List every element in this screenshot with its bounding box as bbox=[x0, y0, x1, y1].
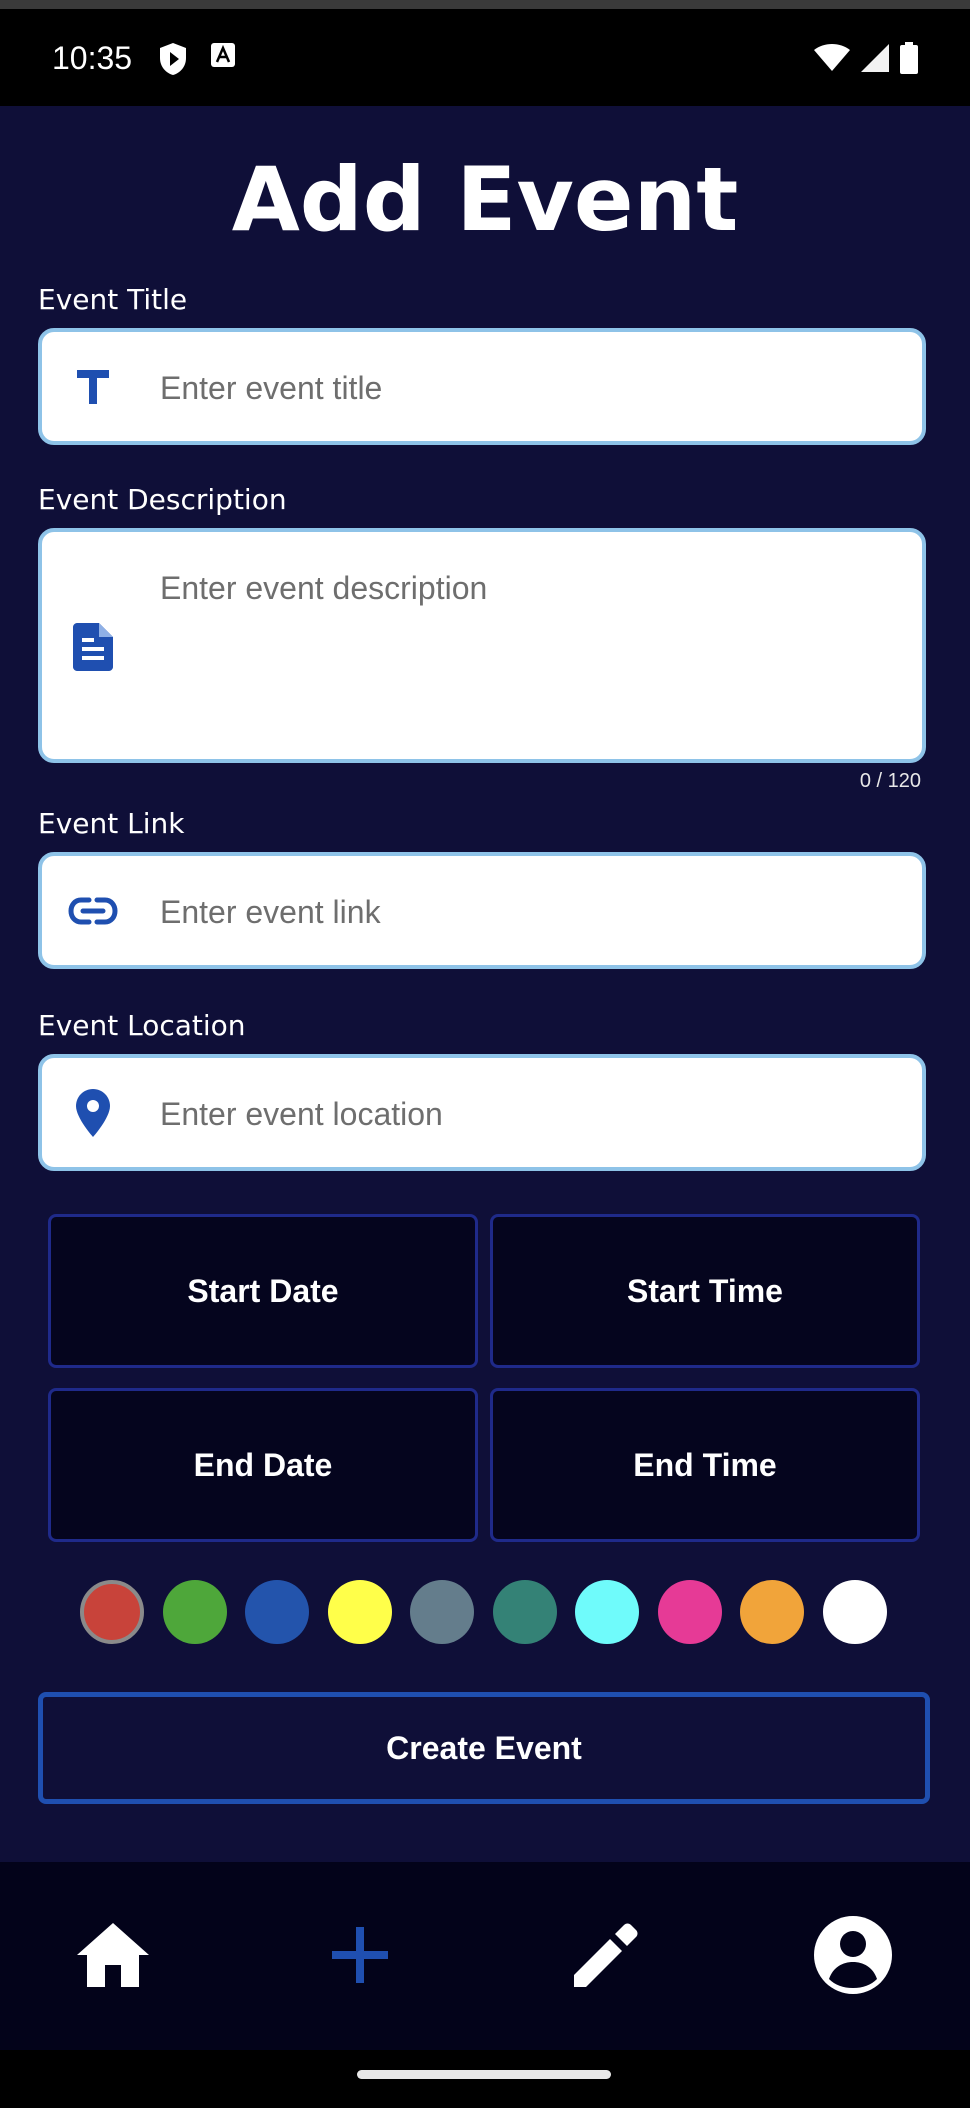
color-swatch[interactable] bbox=[822, 1580, 887, 1644]
event-description-field[interactable] bbox=[38, 528, 926, 763]
wifi-icon bbox=[814, 44, 850, 76]
font-a-icon bbox=[210, 42, 236, 80]
event-title-label: Event Title bbox=[38, 283, 188, 316]
color-swatch[interactable] bbox=[492, 1580, 557, 1644]
event-title-field[interactable] bbox=[38, 328, 926, 445]
battery-icon bbox=[900, 42, 918, 78]
event-link-label: Event Link bbox=[38, 807, 185, 840]
edit-icon bbox=[570, 1919, 642, 1995]
color-swatch[interactable] bbox=[657, 1580, 722, 1644]
add-icon bbox=[330, 1925, 390, 1989]
nav-account[interactable] bbox=[808, 1912, 898, 2002]
status-icons-right bbox=[814, 42, 918, 78]
end-time-label: End Time bbox=[633, 1446, 777, 1483]
end-date-label: End Date bbox=[193, 1446, 333, 1483]
end-date-button[interactable]: End Date bbox=[48, 1388, 478, 1542]
event-location-field[interactable] bbox=[38, 1054, 926, 1171]
shield-play-icon bbox=[158, 42, 188, 80]
event-location-input[interactable] bbox=[160, 1092, 902, 1136]
event-description-label: Event Description bbox=[38, 483, 287, 516]
status-bar: 10:35 bbox=[0, 0, 970, 106]
nav-home[interactable] bbox=[68, 1912, 158, 2002]
color-swatch[interactable] bbox=[162, 1580, 227, 1644]
event-title-input[interactable] bbox=[160, 366, 902, 410]
cellular-signal-icon bbox=[860, 43, 890, 77]
home-icon bbox=[75, 1921, 151, 1993]
status-bar-edge bbox=[0, 0, 970, 9]
start-date-button[interactable]: Start Date bbox=[48, 1214, 478, 1368]
start-time-label: Start Time bbox=[627, 1272, 783, 1309]
page-title: Add Event bbox=[231, 148, 739, 251]
nav-add[interactable] bbox=[315, 1912, 405, 2002]
color-swatch[interactable] bbox=[245, 1580, 309, 1644]
event-description-input[interactable] bbox=[160, 568, 902, 738]
nav-edit[interactable] bbox=[561, 1912, 651, 2002]
title-t-icon bbox=[68, 362, 118, 412]
create-event-button[interactable]: Create Event bbox=[38, 1692, 930, 1804]
event-location-label: Event Location bbox=[38, 1009, 246, 1042]
color-swatch[interactable] bbox=[575, 1580, 639, 1644]
gesture-handle[interactable] bbox=[357, 2070, 611, 2079]
color-swatch[interactable] bbox=[80, 1580, 144, 1644]
status-icons-left bbox=[158, 42, 236, 80]
end-time-button[interactable]: End Time bbox=[490, 1388, 920, 1542]
create-event-label: Create Event bbox=[386, 1729, 582, 1766]
document-icon bbox=[68, 622, 118, 672]
description-char-counter: 0 / 120 bbox=[859, 770, 921, 792]
start-date-label: Start Date bbox=[187, 1272, 339, 1309]
color-swatch[interactable] bbox=[410, 1580, 474, 1644]
start-time-button[interactable]: Start Time bbox=[490, 1214, 920, 1368]
account-icon bbox=[813, 1915, 893, 1999]
color-swatch[interactable] bbox=[327, 1580, 392, 1644]
color-swatch[interactable] bbox=[740, 1580, 804, 1644]
event-link-field[interactable] bbox=[38, 852, 926, 969]
bottom-navigation bbox=[0, 1862, 970, 2050]
link-icon bbox=[68, 886, 118, 936]
status-time: 10:35 bbox=[52, 40, 133, 76]
location-pin-icon bbox=[68, 1088, 118, 1138]
system-gesture-area bbox=[0, 2050, 970, 2108]
event-link-input[interactable] bbox=[160, 890, 902, 934]
